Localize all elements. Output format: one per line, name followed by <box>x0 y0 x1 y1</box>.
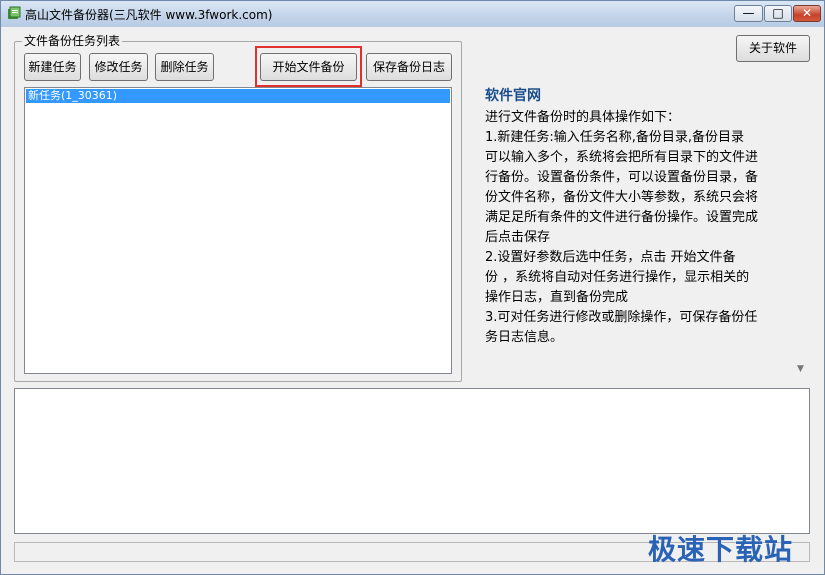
info-line: 行备份。设置备份条件，可以设置备份目录，备 <box>485 170 759 185</box>
maximize-icon: □ <box>772 6 784 20</box>
task-list-group-label: 文件备份任务列表 <box>22 32 123 49</box>
save-log-button[interactable]: 保存备份日志 <box>366 53 452 81</box>
maximize-button[interactable]: □ <box>764 5 792 22</box>
info-line: 份 ，系统将自动对任务进行操作，显示相关的 <box>485 270 750 285</box>
info-line: 后点击保存 <box>485 230 551 245</box>
app-icon <box>8 6 21 19</box>
close-icon: ✕ <box>801 6 813 20</box>
new-task-button[interactable]: 新建任务 <box>24 53 81 81</box>
info-line: 2.设置好参数后选中任务，点击 开始文件备 <box>485 250 736 265</box>
title-bar[interactable]: 高山文件备份器(三凡软件 www.3fwork.com) — □ ✕ <box>1 1 824 27</box>
official-website-link[interactable]: 软件官网 <box>485 85 541 105</box>
info-line: 份文件名称，备份文件大小等参数，系统只会将 <box>485 190 759 205</box>
info-line: 进行文件备份时的具体操作如下： <box>485 110 681 125</box>
info-line: 3.可对任务进行修改或删除操作，可保存备份任 <box>485 310 758 325</box>
task-list-item[interactable]: 新任务(1_30361) <box>26 89 450 103</box>
info-line: 操作日志，直到备份完成 <box>485 290 629 305</box>
close-button[interactable]: ✕ <box>793 5 821 22</box>
delete-task-button[interactable]: 删除任务 <box>155 53 214 81</box>
start-backup-button[interactable]: 开始文件备份 <box>260 53 357 81</box>
scroll-down-icon[interactable]: ▼ <box>797 364 804 374</box>
window-title: 高山文件备份器(三凡软件 www.3fwork.com) <box>25 8 273 22</box>
edit-task-button[interactable]: 修改任务 <box>89 53 148 81</box>
watermark-text: 极速下载站 <box>648 533 794 566</box>
info-line: 满足足所有条件的文件进行备份操作。设置完成 <box>485 210 759 225</box>
minimize-button[interactable]: — <box>734 5 763 22</box>
about-button[interactable]: 关于软件 <box>736 35 810 62</box>
info-line: 1.新建任务:输入任务名称,备份目录,备份目录 <box>485 130 745 145</box>
info-line: 可以输入多个，系统将会把所有目录下的文件进 <box>485 150 759 165</box>
info-line: 务日志信息。 <box>485 330 564 345</box>
minimize-icon: — <box>742 6 755 20</box>
task-list[interactable]: 新任务(1_30361) <box>24 87 452 374</box>
log-output-area[interactable] <box>14 388 810 534</box>
